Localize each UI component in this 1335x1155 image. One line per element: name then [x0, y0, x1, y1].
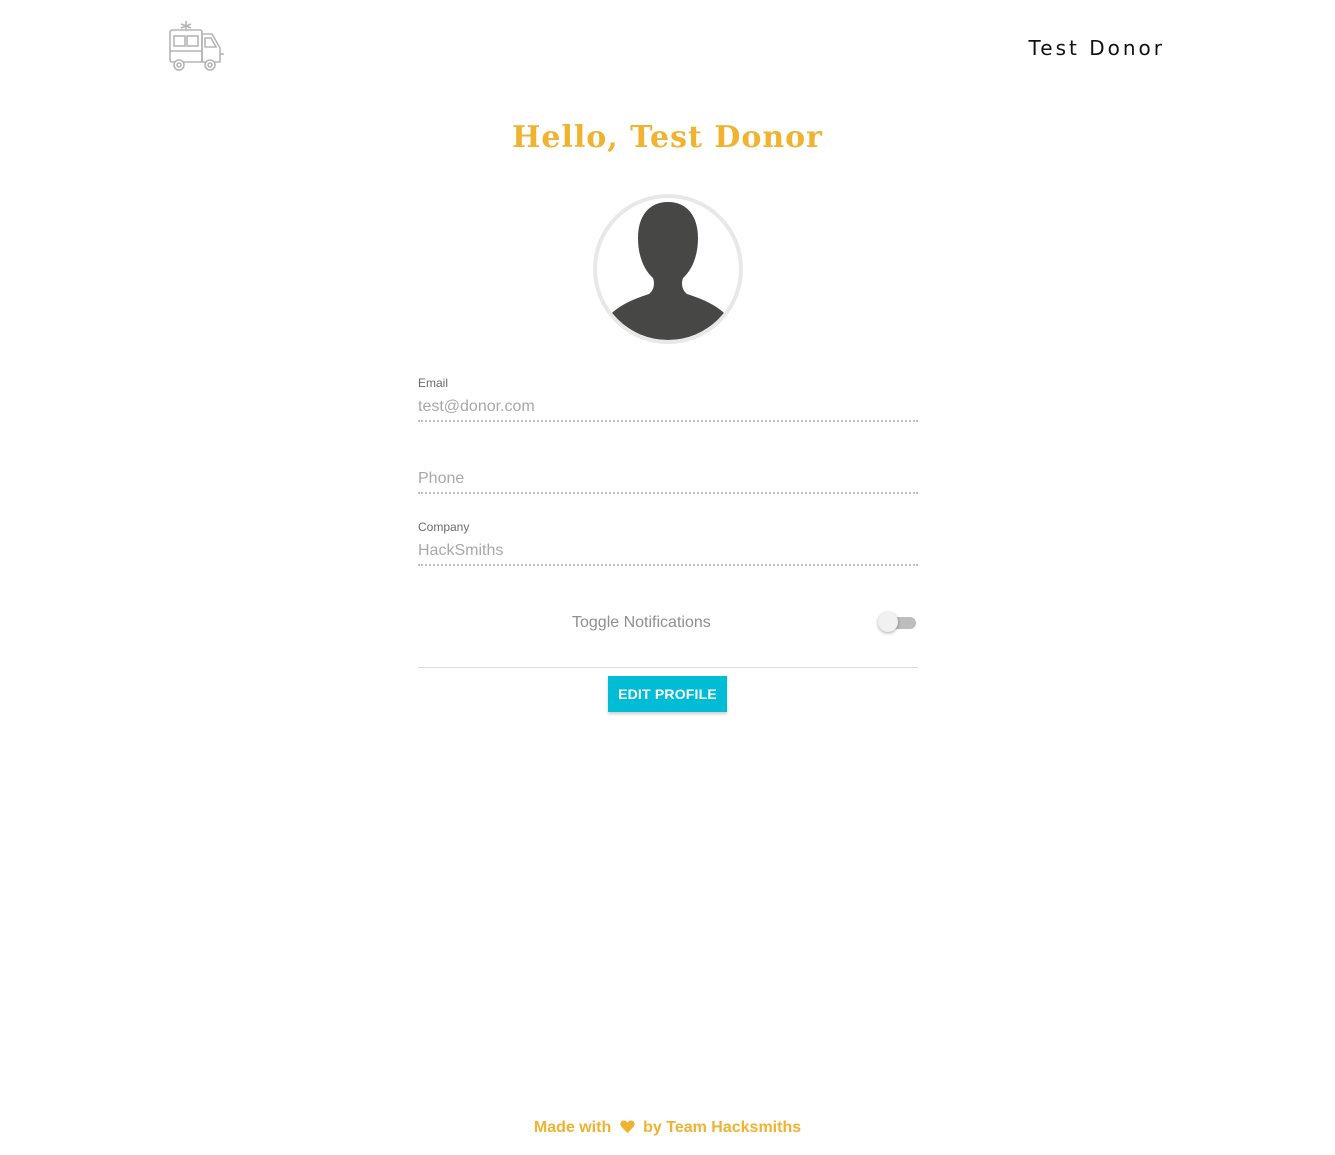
- footer: Made with by Team Hacksmiths: [0, 1119, 1335, 1139]
- footer-by-team: by Team Hacksmiths: [643, 1119, 802, 1136]
- edit-profile-button[interactable]: EDIT PROFILE: [608, 676, 727, 712]
- greeting-title: Hello, Test Donor: [512, 120, 823, 155]
- notifications-label: Toggle Notifications: [572, 614, 711, 631]
- email-label: Email: [418, 376, 449, 390]
- profile-form: Email Company Toggle Notifications: [418, 372, 918, 668]
- notifications-toggle[interactable]: [878, 612, 916, 632]
- food-truck-icon[interactable]: [166, 18, 226, 74]
- heart-icon: [620, 1119, 635, 1139]
- person-silhouette-icon: [607, 202, 729, 340]
- email-field[interactable]: [418, 396, 918, 422]
- company-label: Company: [418, 520, 470, 534]
- company-field-group: Company: [418, 516, 918, 576]
- profile-page: Test Donor Hello, Test Donor Email Compa…: [0, 0, 1335, 1155]
- notifications-row: Toggle Notifications: [418, 576, 918, 668]
- toggle-thumb: [878, 612, 898, 632]
- user-name-menu[interactable]: Test Donor: [1028, 36, 1165, 60]
- phone-field[interactable]: [418, 468, 918, 494]
- company-field[interactable]: [418, 540, 918, 566]
- phone-field-group: [418, 444, 918, 504]
- avatar: [593, 194, 743, 344]
- footer-made-with: Made with: [533, 1119, 612, 1136]
- email-field-group: Email: [418, 372, 918, 432]
